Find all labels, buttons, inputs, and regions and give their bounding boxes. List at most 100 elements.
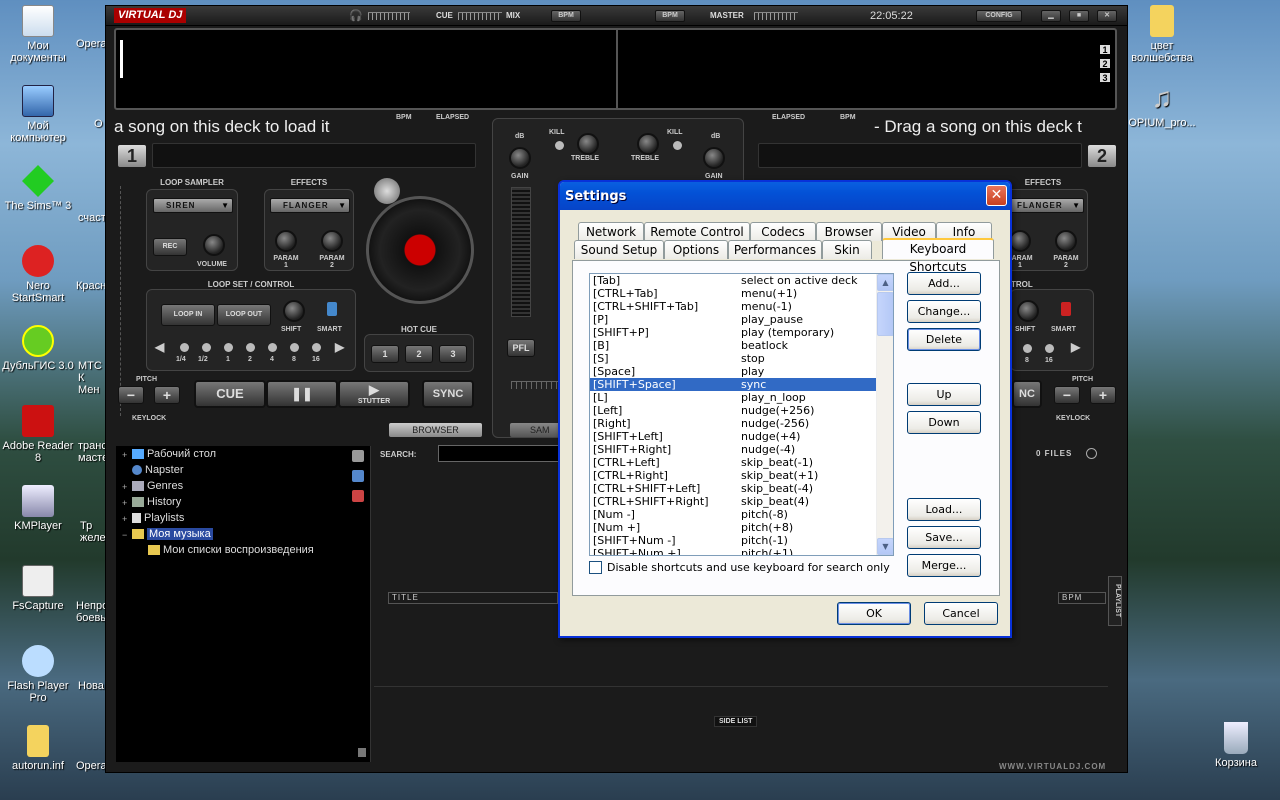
tab-network[interactable]: Network	[578, 222, 644, 241]
loop-in-button[interactable]: LOOP IN	[161, 304, 215, 326]
save-button[interactable]: Save...	[907, 526, 981, 549]
side-list-tab[interactable]: SIDE LIST	[714, 716, 758, 727]
wave-zoom-3-button[interactable]: 3	[1099, 72, 1111, 83]
shortcut-row[interactable]: [Num -] pitch(-8)	[590, 508, 876, 521]
cancel-button[interactable]: Cancel	[924, 602, 998, 625]
treble-knob-right[interactable]	[637, 133, 659, 155]
wave-zoom-2-button[interactable]: 2	[1099, 58, 1111, 69]
sync-button-right[interactable]: NC	[1012, 380, 1042, 408]
tree-toggle[interactable]: +	[122, 450, 127, 460]
gain-knob-left[interactable]	[509, 147, 531, 169]
settings-close-button[interactable]: ✕	[986, 185, 1007, 206]
disable-shortcuts-label[interactable]: Disable shortcuts and use keyboard for s…	[607, 561, 890, 574]
shortcut-row[interactable]: [CTRL+Left] skip_beat(-1)	[590, 456, 876, 469]
shortcut-list-scrollbar[interactable]: ▲ ▼	[876, 274, 893, 555]
load-button[interactable]: Load...	[907, 498, 981, 521]
desktop-icon-dublgis[interactable]: ДубльГИС 3.0	[0, 325, 76, 372]
ok-button[interactable]: OK	[837, 602, 911, 625]
tab-sound-setup[interactable]: Sound Setup	[574, 240, 664, 259]
desktop-icon-my-computer[interactable]: Мой компьютер	[0, 85, 76, 144]
play-stutter-button[interactable]: ▶ STUTTER	[338, 380, 410, 408]
pitch-plus-button[interactable]: +	[154, 386, 180, 404]
desktop-icon-my-documents[interactable]: Мои документы	[0, 5, 76, 64]
shortcut-row[interactable]: [SHIFT+Right] nudge(-4)	[590, 443, 876, 456]
sync-button-left[interactable]: SYNC	[422, 380, 474, 408]
add-filter-folder-icon[interactable]	[352, 490, 364, 502]
shortcut-row[interactable]: [SHIFT+Num +] pitch(+1)	[590, 547, 876, 555]
sampler-rec-button[interactable]: REC	[153, 238, 187, 256]
tab-keyboard-shortcuts[interactable]: Keyboard Shortcuts	[882, 238, 994, 274]
loop-next-icon-right[interactable]: ▶	[1071, 340, 1080, 354]
loop-next-icon[interactable]: ▶	[335, 340, 344, 354]
loop-size-led[interactable]	[180, 343, 189, 352]
loop-size-led[interactable]	[268, 343, 277, 352]
cue-mix-slider[interactable]	[458, 12, 502, 20]
minimize-button[interactable]: ▁	[1041, 10, 1061, 22]
loop-size-led[interactable]	[246, 343, 255, 352]
shortcut-row[interactable]: [SHIFT+Space] sync	[590, 378, 876, 391]
browser-tab[interactable]: BROWSER	[389, 423, 482, 437]
shortcut-row[interactable]: [P] play_pause	[590, 313, 876, 326]
shortcut-row[interactable]: [Right] nudge(-256)	[590, 417, 876, 430]
tree-toggle[interactable]: −	[122, 530, 127, 540]
shortcut-row[interactable]: [CTRL+Right] skip_beat(+1)	[590, 469, 876, 482]
change-shortcut-button[interactable]: Change...	[907, 300, 981, 323]
shortcut-row[interactable]: [CTRL+SHIFT+Left] skip_beat(-4)	[590, 482, 876, 495]
effect-param1-knob[interactable]	[275, 230, 297, 252]
scroll-down-icon[interactable]: ▼	[877, 538, 893, 555]
shortcut-row[interactable]: [SHIFT+Left] nudge(+4)	[590, 430, 876, 443]
pfl-button[interactable]: PFL	[507, 339, 535, 357]
hot-cue-1-button[interactable]: 1	[371, 345, 399, 363]
pause-button[interactable]: ❚❚	[266, 380, 338, 408]
loop-size-led[interactable]	[202, 343, 211, 352]
add-virtual-folder-icon[interactable]	[352, 470, 364, 482]
loop-size-led-right[interactable]	[1023, 344, 1032, 353]
shortcut-row[interactable]: [Num +] pitch(+8)	[590, 521, 876, 534]
desktop-icon-fscapture[interactable]: FsCapture	[0, 565, 76, 612]
move-down-button[interactable]: Down	[907, 411, 981, 434]
desktop-icon-opium[interactable]: ♫ OPIUM_pro...	[1124, 82, 1200, 129]
search-input[interactable]	[438, 445, 566, 462]
shortcut-row[interactable]: [Tab] select on active deck	[590, 274, 876, 287]
hot-cue-3-button[interactable]: 3	[439, 345, 467, 363]
desktop-icon-kmplayer[interactable]: KMPlayer	[0, 485, 76, 532]
kill-led[interactable]	[555, 141, 564, 150]
effect-select[interactable]: FLANGER	[270, 198, 350, 213]
desktop-icon-partial[interactable]: Непро боевы	[76, 600, 105, 624]
tab-performances[interactable]: Performances	[728, 240, 822, 259]
desktop-icon-nero[interactable]: Nero StartSmart	[0, 245, 76, 304]
master-volume-slider[interactable]	[754, 12, 798, 20]
shortcut-row[interactable]: [SHIFT+Num -] pitch(-1)	[590, 534, 876, 547]
deck1-jog-wheel[interactable]	[366, 196, 474, 304]
loop-size-led[interactable]	[312, 343, 321, 352]
lock-icon[interactable]	[358, 748, 366, 757]
kill-led[interactable]	[673, 141, 682, 150]
pitch-minus-button[interactable]: −	[118, 386, 144, 404]
bpm-left-button[interactable]: BPM	[551, 10, 581, 22]
shortcut-list[interactable]: [Tab] select on active deck [CTRL+Tab] menu…	[589, 273, 894, 556]
shortcut-row[interactable]: [B] beatlock	[590, 339, 876, 352]
crossfader[interactable]	[511, 381, 561, 389]
playlist-tab[interactable]: PLAYLIST	[1108, 576, 1122, 626]
effect-param1-knob-right[interactable]	[1009, 230, 1031, 252]
desktop-icon-partial[interactable]: счаст	[78, 212, 106, 224]
tree-toggle[interactable]: +	[122, 514, 127, 524]
desktop-icon-sims3[interactable]: The Sims™ 3	[0, 165, 76, 212]
shortcut-row[interactable]: [S] stop	[590, 352, 876, 365]
tree-item-genres[interactable]: Genres	[132, 480, 183, 492]
shortcut-row[interactable]: [CTRL+SHIFT+Tab] menu(-1)	[590, 300, 876, 313]
desktop-icon-autorun[interactable]: autorun.inf	[0, 725, 76, 772]
desktop-icon-partial[interactable]: Нова	[78, 680, 105, 692]
disable-shortcuts-checkbox[interactable]	[589, 561, 602, 574]
restore-button[interactable]: ■	[1069, 10, 1089, 22]
tab-options[interactable]: Options	[664, 240, 728, 259]
desktop-icon-partial[interactable]: транс масте	[78, 440, 105, 464]
bpm-right-button[interactable]: BPM	[655, 10, 685, 22]
tree-item-my-music[interactable]: Моя музыка	[132, 528, 213, 540]
headphone-volume-slider[interactable]	[368, 12, 410, 20]
smart-lock-icon[interactable]	[327, 302, 337, 316]
loop-size-led-right[interactable]	[1045, 344, 1054, 353]
tree-item-desktop[interactable]: Рабочий стол	[132, 448, 216, 460]
tree-toggle[interactable]: +	[122, 482, 127, 492]
close-button[interactable]: ✕	[1097, 10, 1117, 22]
